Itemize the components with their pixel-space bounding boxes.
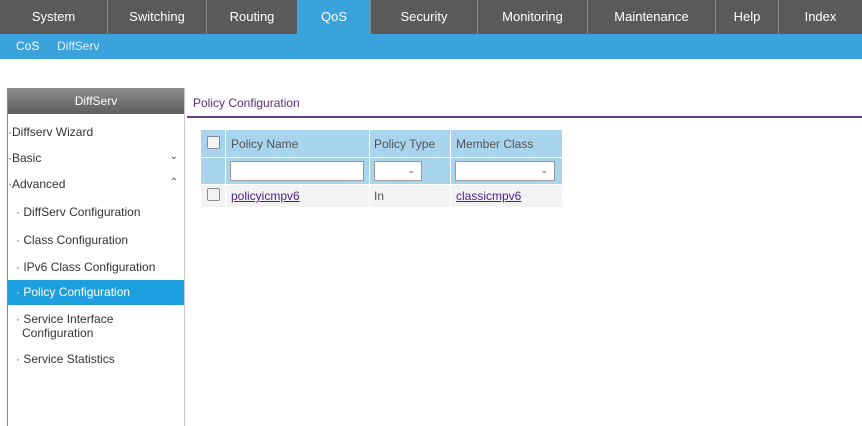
member-class-link[interactable]: classicmpv6 xyxy=(456,189,521,203)
member-class-filter-select[interactable]: ⌄ xyxy=(455,161,555,181)
policy-name-link[interactable]: policyicmpv6 xyxy=(231,189,300,203)
filter-cell-member-class: ⌄ xyxy=(450,157,563,185)
policy-type-filter-select[interactable]: ⌄ xyxy=(374,161,422,181)
subnav-cos[interactable]: CoS xyxy=(16,34,39,59)
chevron-up-icon: ⌃ xyxy=(169,177,178,188)
nav-system[interactable]: System xyxy=(0,0,108,34)
sidebar: DiffServ ·Diffserv Wizard ·Basic ⌄ ·Adva… xyxy=(7,88,185,426)
sidebar-item-label: Basic xyxy=(12,151,42,165)
nav-help[interactable]: Help xyxy=(716,0,779,34)
nav-security[interactable]: Security xyxy=(371,0,478,34)
sidebar-item-label: DiffServ Configuration xyxy=(23,205,141,219)
sidebar-item-label: IPv6 Class Configuration xyxy=(23,260,156,274)
row-checkbox[interactable] xyxy=(206,188,220,201)
table-row: policyicmpv6 In classicmpv6 xyxy=(200,184,563,208)
sidebar-item-label: Service Statistics xyxy=(23,352,115,366)
sidebar-item-advanced[interactable]: ·Advanced ⌃ xyxy=(8,177,184,191)
sidebar-item-ipv6-class-configuration[interactable]: · IPv6 Class Configuration xyxy=(16,260,184,274)
sidebar-item-diffserv-wizard[interactable]: ·Diffserv Wizard xyxy=(8,125,184,139)
sidebar-item-label: Policy Configuration xyxy=(23,285,131,299)
nav-routing[interactable]: Routing xyxy=(207,0,298,34)
sidebar-item-class-configuration[interactable]: · Class Configuration xyxy=(16,233,184,247)
cell-policy-name: policyicmpv6 xyxy=(225,184,370,208)
sidebar-item-service-interface-configuration[interactable]: · Service Interface Configuration xyxy=(16,312,184,340)
nav-switching[interactable]: Switching xyxy=(108,0,207,34)
filter-spacer xyxy=(200,157,226,185)
nav-maintenance[interactable]: Maintenance xyxy=(588,0,716,34)
sidebar-item-basic[interactable]: ·Basic ⌄ xyxy=(8,151,184,165)
chevron-down-icon: ⌄ xyxy=(169,151,178,162)
top-nav: System Switching Routing QoS Security Mo… xyxy=(0,0,862,34)
nav-index[interactable]: Index xyxy=(779,0,862,34)
subnav-diffserv[interactable]: DiffServ xyxy=(57,34,99,59)
title-divider xyxy=(187,116,862,118)
sidebar-header: DiffServ xyxy=(8,88,184,114)
header-select-all[interactable] xyxy=(200,129,226,158)
sidebar-item-label: Configuration xyxy=(22,326,94,340)
sidebar-item-label: Advanced xyxy=(12,177,66,191)
cell-member-class: classicmpv6 xyxy=(450,184,563,208)
column-header-policy-name: Policy Name xyxy=(225,129,370,158)
sidebar-item-label: Diffserv Wizard xyxy=(12,125,94,139)
table-header-row: Policy Name Policy Type Member Class xyxy=(200,129,563,158)
column-header-policy-type: Policy Type xyxy=(369,129,451,158)
cell-policy-type: In xyxy=(369,184,451,208)
chevron-down-icon: ⌄ xyxy=(407,165,415,175)
sub-nav: CoS DiffServ xyxy=(0,34,862,59)
sidebar-item-label: Class Configuration xyxy=(23,233,129,247)
filter-cell-policy-type: ⌄ xyxy=(369,157,451,185)
sidebar-item-diffserv-configuration[interactable]: · DiffServ Configuration xyxy=(16,205,184,219)
filter-cell-policy-name xyxy=(225,157,370,185)
sidebar-item-label: Service Interface xyxy=(23,312,114,326)
page-title: Policy Configuration xyxy=(193,96,300,110)
policy-table: Policy Name Policy Type Member Class ⌄ ⌄… xyxy=(200,129,563,208)
filter-row: ⌄ ⌄ xyxy=(200,157,563,185)
row-select-cell xyxy=(200,184,226,208)
sidebar-item-policy-configuration[interactable]: · Policy Configuration xyxy=(8,280,184,305)
sidebar-item-service-statistics[interactable]: · Service Statistics xyxy=(16,352,184,366)
select-all-checkbox[interactable] xyxy=(206,135,220,149)
nav-monitoring[interactable]: Monitoring xyxy=(478,0,588,34)
column-header-member-class: Member Class xyxy=(450,129,563,158)
chevron-down-icon: ⌄ xyxy=(540,165,548,175)
policy-name-filter-input[interactable] xyxy=(230,161,364,181)
nav-qos[interactable]: QoS xyxy=(298,0,371,34)
